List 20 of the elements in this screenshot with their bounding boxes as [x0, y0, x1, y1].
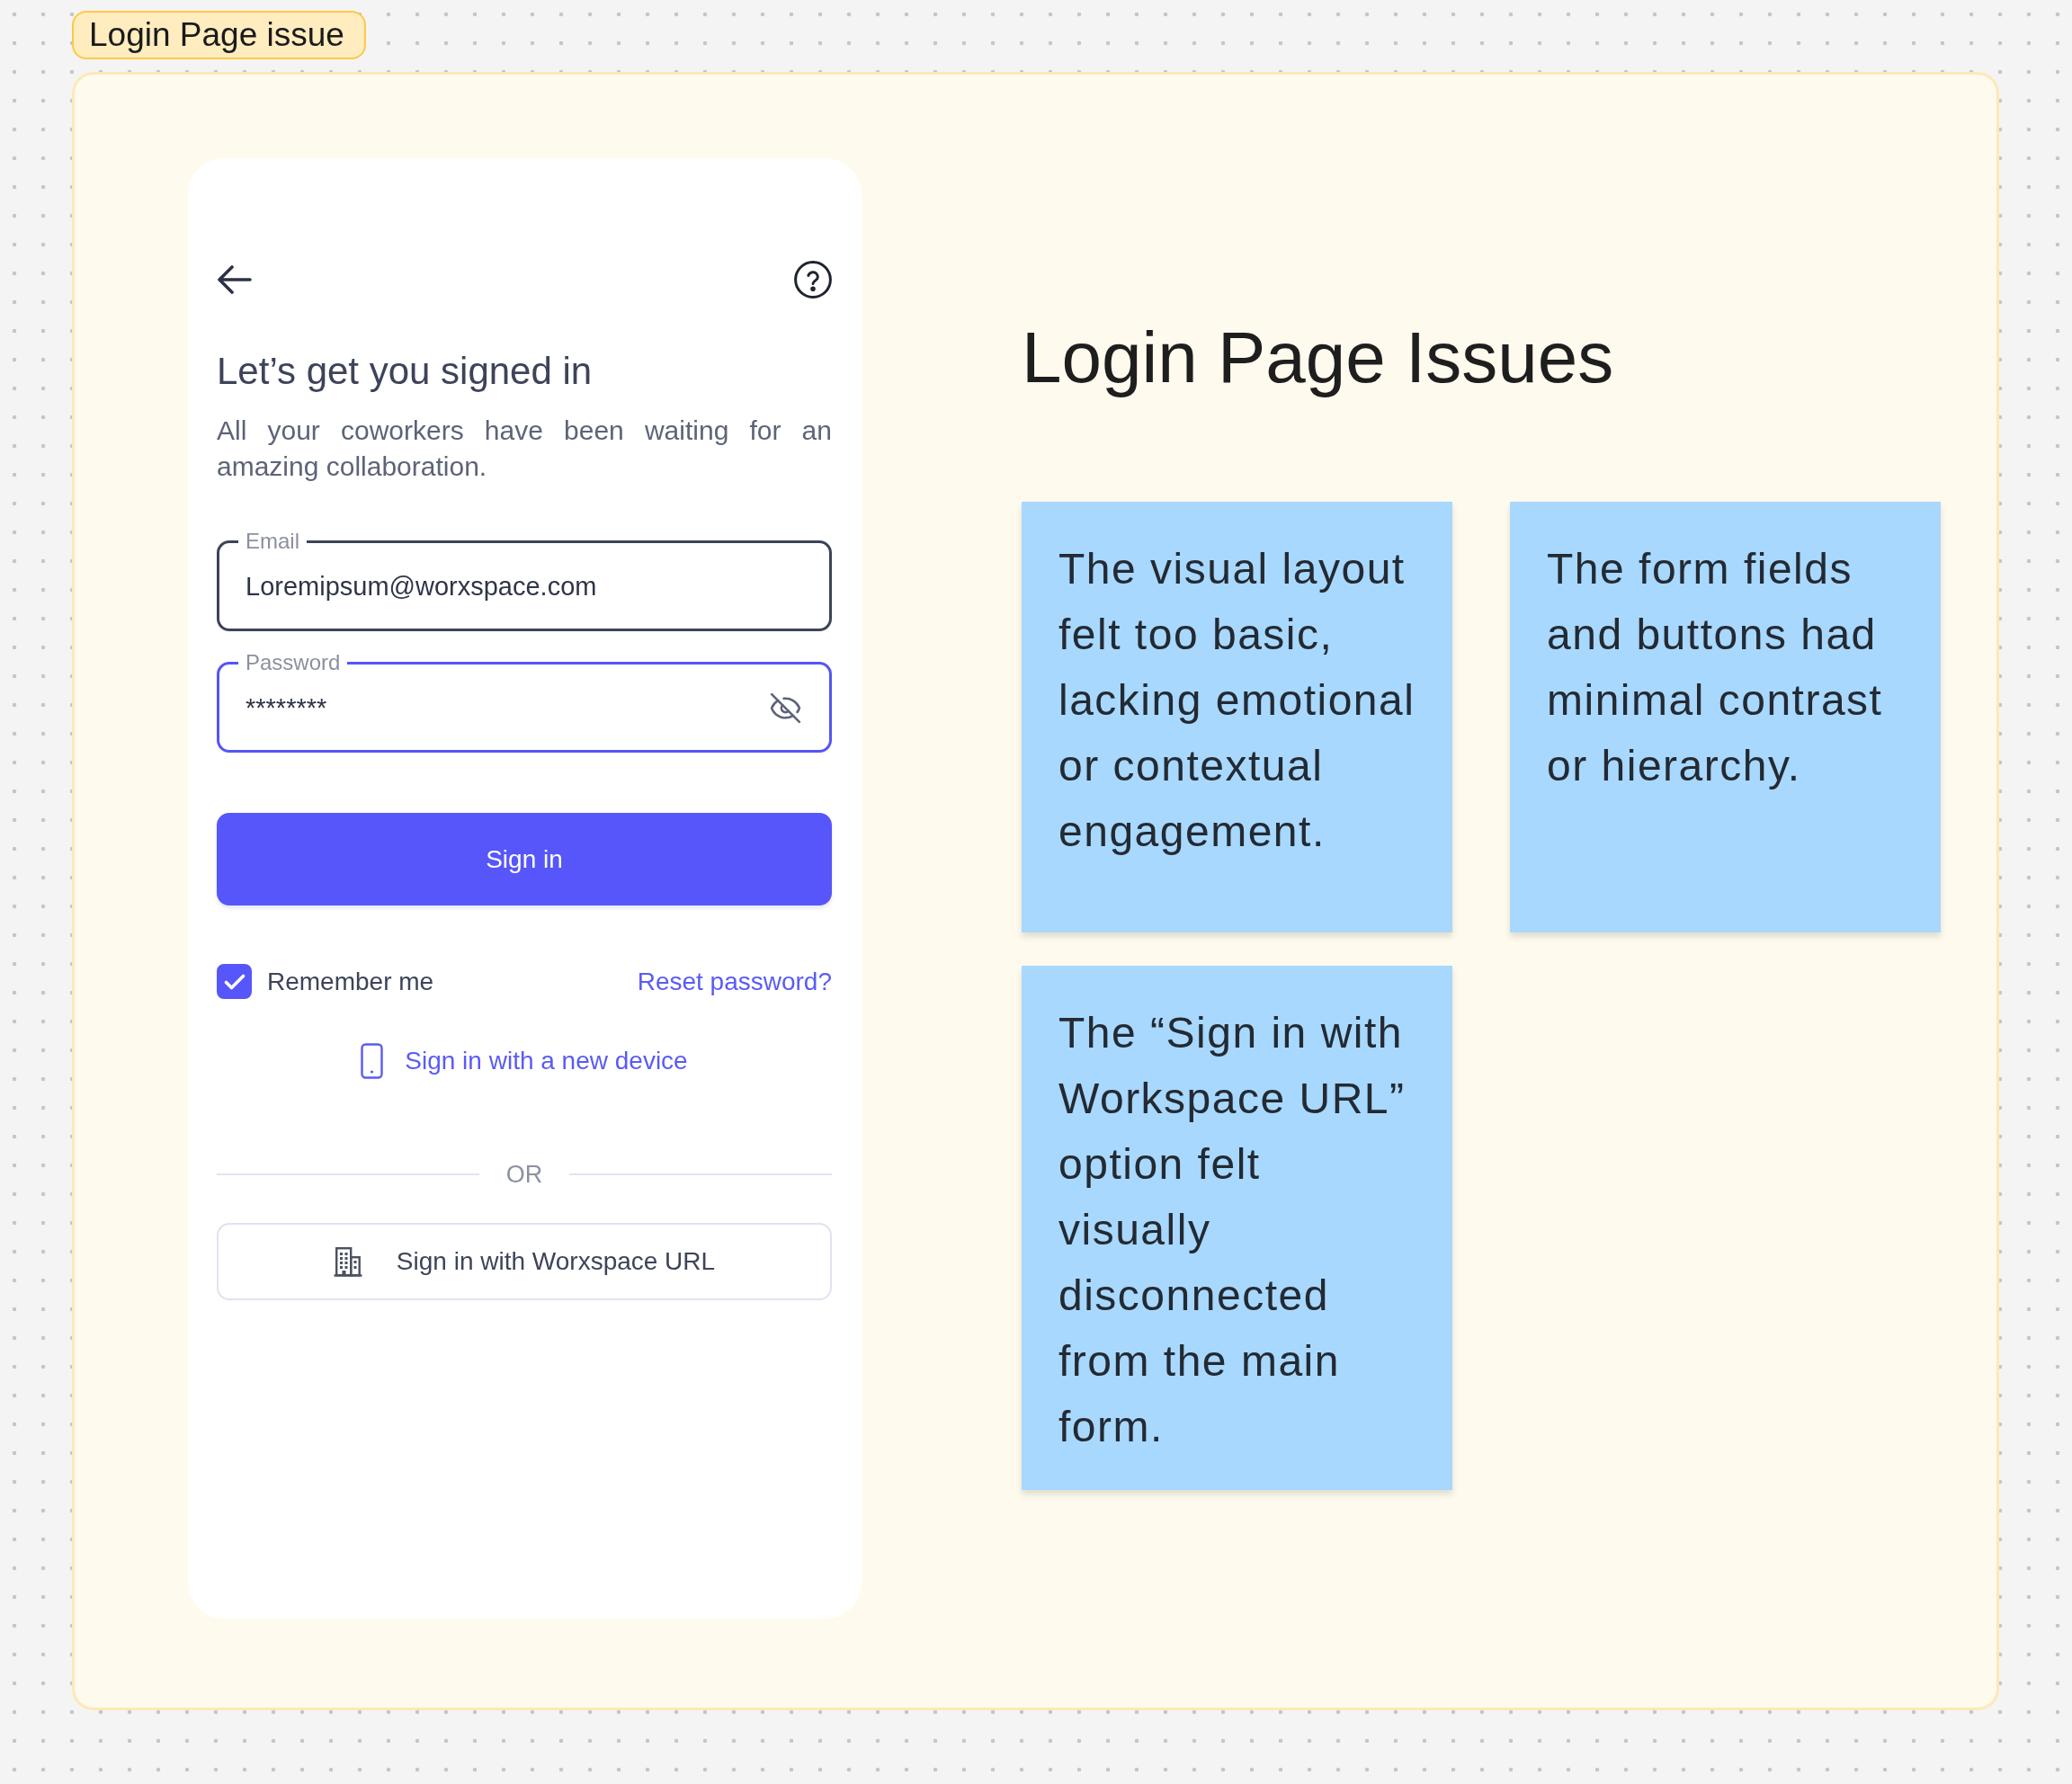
login-subtitle: All your coworkers have been waiting for an amazing collaboration.: [217, 415, 832, 483]
note-text: The visual layout felt too basic, lacking emotional or contextual engagement.: [1058, 544, 1416, 857]
section-label: Login Page issue: [72, 11, 366, 59]
divider-label: OR: [505, 1160, 543, 1190]
sign-in-button[interactable]: Sign in: [217, 813, 832, 905]
note-text: The “Sign in with Workspace URL” option felt visually disconnected from the main form.: [1058, 1008, 1407, 1452]
smartphone-icon: [361, 1043, 384, 1079]
checkmark-icon: [223, 973, 246, 990]
remember-me-label[interactable]: Remember me: [267, 966, 434, 997]
workspace-url-button[interactable]: Sign in with Worxspace URL: [217, 1223, 832, 1300]
remember-checkbox[interactable]: [217, 964, 252, 999]
reset-password-link[interactable]: Reset password?: [637, 966, 832, 997]
back-arrow-icon[interactable]: [217, 264, 253, 295]
note-text: The form fields and buttons had minimal contrast or hierarchy.: [1547, 544, 1884, 791]
building-icon: [333, 1246, 362, 1277]
new-device-link[interactable]: Sign in with a new device: [361, 1043, 688, 1079]
board-heading: Login Page Issues: [1022, 317, 1615, 399]
login-title: Let’s get you signed in: [217, 350, 594, 393]
help-icon[interactable]: [794, 261, 832, 299]
eye-off-icon[interactable]: [770, 691, 801, 724]
